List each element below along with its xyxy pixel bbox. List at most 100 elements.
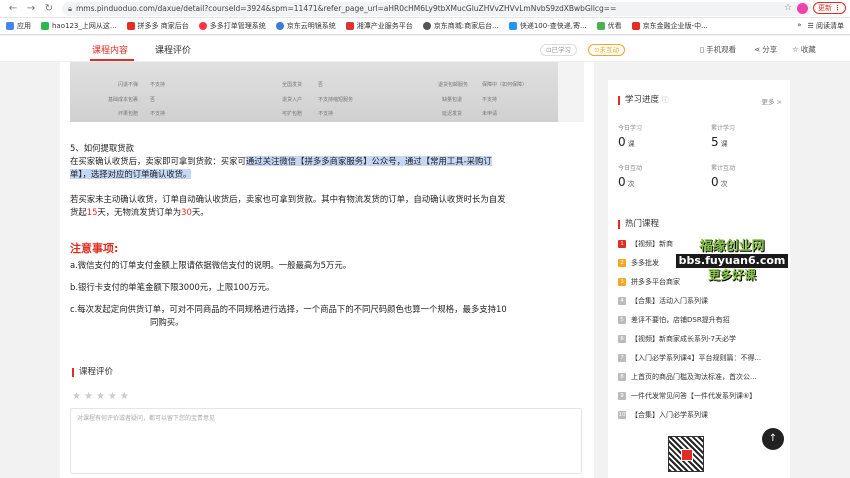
bookmark-youkan[interactable]: 优看 [596, 21, 622, 31]
rank-badge: 5 [618, 316, 626, 324]
tab-course-review[interactable]: 课程评价 [155, 43, 191, 56]
rank-badge: 3 [618, 278, 626, 286]
star-icon[interactable]: ★ [120, 391, 129, 402]
bookmark-apps[interactable]: 应用 [6, 21, 31, 31]
course-label: 【合集】入门必学系列课 [631, 411, 708, 419]
image-text: 不支持 [150, 111, 166, 117]
reading-list-button[interactable]: ☰ 阅读清单 [807, 21, 844, 31]
pdd-icon [126, 22, 135, 30]
watermark-line: bbs.fuyuan6.com [676, 254, 788, 268]
kuaidi100-icon [508, 22, 517, 30]
course-content: 闪退不弹 不支持 全国发货 否 退货包邮服务 保障中（如何保障） 基础成本包裹 … [60, 62, 594, 478]
bookmark-jd-finance[interactable]: 京东金融企业版-中... [631, 21, 708, 31]
star-icon[interactable]: ★ [84, 391, 93, 402]
course-label: 【入门必学系列课4】平台规则篇：不得... [631, 354, 762, 362]
notice-title: 注意事项: [70, 242, 119, 255]
back-to-top-button[interactable]: ↑ [762, 428, 784, 450]
chip-label: 已学习 [551, 46, 571, 54]
star-icon[interactable]: ★ [72, 391, 81, 402]
profile-avatar[interactable] [797, 2, 808, 14]
today-learn-label: 今日学习 [618, 125, 643, 132]
info-icon: ⓘ [661, 96, 669, 104]
youkan-icon [596, 22, 605, 30]
total-interact-label: 累计互动 [711, 165, 736, 172]
image-text: 坏果包赔 [118, 111, 139, 117]
total-learn-label: 累计学习 [711, 125, 736, 132]
browser-toolbar: ← → ↻ 🔒︎ mms.pinduoduo.com/daxue/detail?… [0, 0, 850, 18]
paragraph-auto-confirm: 若买家未主动确认收货，订单自动确认收货后，卖家也可拿到货款。其中有物流发货的订单… [70, 193, 580, 219]
hot-course-item[interactable]: 8 上首页的商品门槛及淘汰标准，首次公... [618, 372, 786, 382]
bookmark-label: 多多打单管理系统 [209, 22, 266, 30]
course-label: 【合集】活动入门系列课 [631, 297, 708, 305]
image-text: 保障中（如何保障） [482, 82, 528, 88]
image-text: 不支持 [150, 82, 166, 88]
star-outline-icon: ☆ [792, 45, 799, 54]
star-icon[interactable]: ★ [96, 391, 105, 402]
rank-badge: 8 [618, 373, 626, 381]
update-label: 更新 [818, 3, 832, 12]
bookmarks-overflow-button[interactable]: » [797, 21, 801, 31]
dada-icon [198, 22, 207, 30]
update-button[interactable]: 更新 ⋮ [813, 2, 846, 14]
image-text: 未申请 [482, 111, 498, 117]
address-bar[interactable]: 🔒︎ mms.pinduoduo.com/daxue/detail?course… [62, 1, 812, 16]
rank-badge: 1 [618, 240, 626, 248]
hot-course-item[interactable]: 7 【入门必学系列课4】平台规则篇：不得... [618, 353, 786, 363]
rank-badge: 4 [618, 297, 626, 305]
bookmark-label: 应用 [17, 22, 31, 30]
hot-course-item[interactable]: 4 【合集】活动入门系列课 [618, 296, 786, 306]
hot-course-item[interactable]: 10 【合集】入门必学系列课 [618, 410, 786, 420]
image-text: 否 [318, 82, 324, 88]
active-tab-indicator [90, 59, 134, 61]
favorite-button[interactable]: ☆ 收藏 [792, 44, 816, 55]
arrow-up-icon: ↑ [768, 433, 778, 444]
globe-icon [422, 22, 431, 30]
hot-course-item[interactable]: 6 【视频】新商家成长系列-7天必学 [618, 334, 786, 344]
share-icon: ⋖ [754, 45, 761, 54]
watermark: 福缘创业网 bbs.fuyuan6.com 更多好课 [676, 240, 788, 282]
more-link[interactable]: 更多 > [761, 96, 782, 106]
apps-grid-icon [6, 22, 14, 30]
bookmark-label: 京东商城:商家后台... [433, 22, 499, 30]
image-text: 不支持缩短服务 [318, 97, 354, 103]
back-icon[interactable]: ← [6, 2, 20, 16]
today-learn-value: 0课 [618, 135, 635, 149]
forward-icon[interactable]: → [24, 2, 38, 16]
tab-course-content[interactable]: 课程内容 [92, 43, 128, 56]
rating-stars[interactable]: ★ ★ ★ ★ ★ [72, 391, 129, 402]
action-label: 手机观看 [706, 45, 737, 54]
action-label: 分享 [762, 45, 778, 54]
bookmark-label: 快递100-查快递,寄... [519, 22, 587, 30]
bookmark-jdcloud[interactable]: 京东云明镜系统 [275, 21, 336, 31]
image-text: 否 [150, 97, 156, 103]
qr-code [668, 436, 704, 472]
rank-badge: 7 [618, 354, 626, 362]
review-input[interactable]: 对课程有何评价或者疑问，都可以留下您的宝贵意见 [70, 408, 582, 474]
bookmark-jd-merchant[interactable]: 京东商城:商家后台... [422, 21, 499, 31]
paragraph-text: c.每次发起定向供货订单，可对不同商品的不同规格进行选择，一个商品下的不同尺码颜… [70, 304, 507, 314]
image-text: 延迟发货 [442, 111, 463, 117]
stat-number: 0 [618, 175, 626, 189]
phone-icon: ▯ [700, 45, 705, 54]
bookmark-hao123[interactable]: hao123_上网从这... [41, 21, 117, 31]
total-interact-value: 0次 [711, 175, 728, 189]
reload-icon[interactable]: ↻ [42, 2, 56, 16]
bookmark-kuaidi100[interactable]: 快递100-查快递,寄... [508, 21, 587, 31]
paragraph-text: 货起 [70, 207, 87, 217]
hot-course-item[interactable]: 9 一件代发常见问答【一件代发系列课⑥】 [618, 391, 786, 401]
section-title: 5、如何提取货款 [70, 143, 134, 153]
rank-badge: 9 [618, 392, 626, 400]
bookmark-star-icon[interactable]: ☆ [784, 3, 792, 13]
hot-course-item[interactable]: 5 差评不要怕，店铺DSR提升有招 [618, 315, 786, 325]
highlighted-text: 单】，选择对应的订单确认收货。 [70, 169, 192, 179]
star-icon[interactable]: ★ [108, 391, 117, 402]
jd-finance-icon [631, 22, 640, 30]
hot-courses-title: 热门课程 [618, 220, 659, 229]
share-button[interactable]: ⋖ 分享 [754, 44, 777, 55]
image-text: 不支持 [318, 111, 334, 117]
bookmark-dada[interactable]: 多多打单管理系统 [198, 21, 266, 31]
mobile-view-button[interactable]: ▯ 手机观看 [700, 44, 736, 55]
bookmark-pdd[interactable]: 拼多多 商家后台 [126, 21, 189, 31]
pdd-logo-icon [681, 449, 693, 461]
bookmark-xiangtan[interactable]: 湘潭产业服务平台 [345, 21, 413, 31]
